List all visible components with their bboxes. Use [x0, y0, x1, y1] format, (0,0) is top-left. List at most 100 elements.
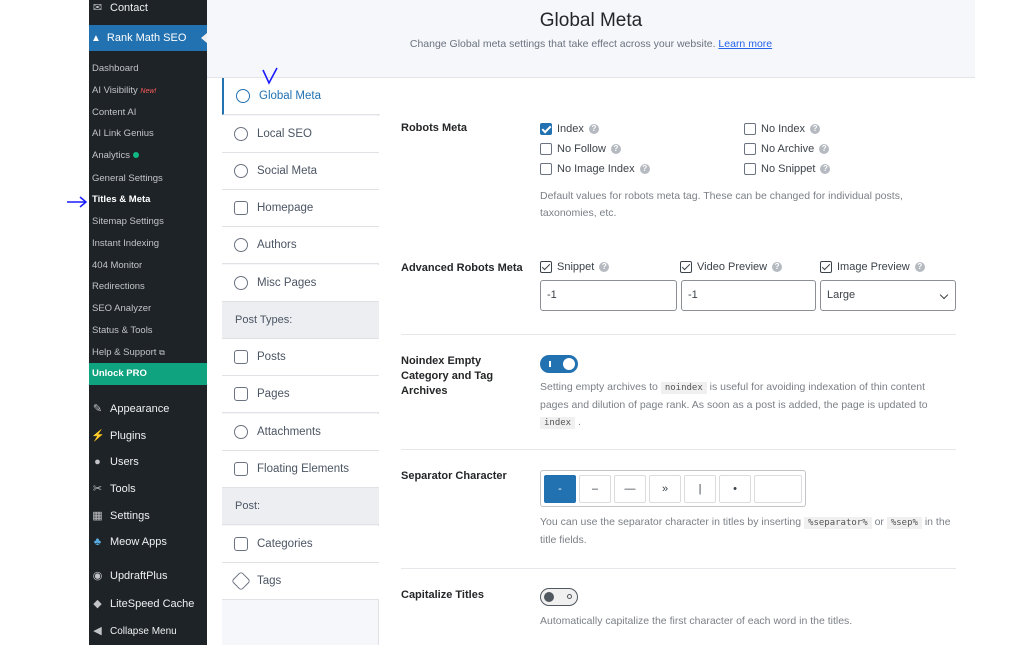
- document-icon: [234, 462, 248, 476]
- checkbox-checked[interactable]: [680, 261, 692, 273]
- snippet-checkbox[interactable]: Snippet?: [540, 261, 610, 273]
- separator-custom-input[interactable]: [754, 474, 802, 503]
- tab-tags[interactable]: Tags: [222, 563, 379, 600]
- tab-local-seo[interactable]: Local SEO: [222, 116, 379, 153]
- submenu-ai-visibility[interactable]: AI Visibility New!: [92, 85, 156, 96]
- separator-label: Separator Character: [401, 470, 507, 482]
- help-icon[interactable]: ?: [610, 144, 621, 154]
- help-icon[interactable]: ?: [772, 262, 783, 272]
- separator-options: - – — » | •: [540, 470, 806, 507]
- submenu-help-support[interactable]: Help & Support ⧉: [92, 347, 165, 358]
- robots-index-checkbox[interactable]: Index?: [540, 123, 599, 135]
- tab-misc-pages[interactable]: Misc Pages: [222, 265, 379, 302]
- robots-noindex-checkbox[interactable]: No Index?: [744, 123, 821, 135]
- separator-option-raquo[interactable]: »: [649, 474, 681, 503]
- checkbox-unchecked[interactable]: [744, 123, 756, 135]
- image-preview-select[interactable]: Large: [820, 280, 956, 311]
- checkbox-checked[interactable]: [540, 123, 552, 135]
- submenu-404-monitor[interactable]: 404 Monitor: [92, 260, 142, 271]
- snippet-input[interactable]: -1: [540, 280, 677, 311]
- divider: [401, 449, 956, 450]
- checkbox-unchecked[interactable]: [744, 163, 756, 175]
- submenu-dashboard[interactable]: Dashboard: [92, 63, 138, 74]
- tab-global-meta[interactable]: Global Meta: [222, 78, 380, 115]
- separator-option-hyphen[interactable]: -: [544, 474, 576, 503]
- tab-floating-elements[interactable]: Floating Elements: [222, 451, 379, 488]
- tab-pages[interactable]: Pages: [222, 376, 379, 413]
- submenu-content-ai[interactable]: Content AI: [92, 107, 136, 118]
- video-preview-checkbox[interactable]: Video Preview?: [680, 261, 783, 273]
- user-icon: ●: [94, 456, 101, 468]
- robots-noimageindex-checkbox[interactable]: No Image Index?: [540, 163, 650, 175]
- robots-nosnippet-checkbox[interactable]: No Snippet?: [744, 163, 831, 175]
- help-icon[interactable]: ?: [914, 262, 925, 272]
- sidebar-item-updraftplus[interactable]: ◉ UpdraftPlus: [91, 570, 168, 582]
- mail-icon: ✉: [92, 2, 103, 14]
- checkbox-unchecked[interactable]: [540, 143, 552, 155]
- submenu-analytics[interactable]: Analytics: [92, 150, 140, 161]
- submenu-instant-indexing[interactable]: Instant Indexing: [92, 238, 159, 249]
- capitalize-titles-toggle[interactable]: [540, 588, 578, 606]
- sidebar-item-meow-apps[interactable]: ♣ Meow Apps: [91, 536, 167, 548]
- checkbox-unchecked[interactable]: [540, 163, 552, 175]
- sliders-icon: ▦: [92, 510, 103, 522]
- page-title: Global Meta: [539, 10, 643, 31]
- checkbox-checked[interactable]: [820, 261, 832, 273]
- new-badge: New!: [140, 88, 157, 95]
- sidebar-item-settings[interactable]: ▦ Settings: [91, 510, 149, 522]
- unlock-pro-link[interactable]: Unlock PRO: [89, 363, 207, 385]
- submenu-redirections[interactable]: Redirections: [92, 281, 145, 292]
- separator-option-pipe[interactable]: |: [684, 474, 716, 503]
- submenu-sitemap-settings[interactable]: Sitemap Settings: [92, 216, 164, 227]
- submenu-seo-analyzer[interactable]: SEO Analyzer: [92, 303, 151, 314]
- checkbox-unchecked[interactable]: [744, 143, 756, 155]
- help-icon[interactable]: ?: [810, 124, 821, 134]
- help-icon[interactable]: ?: [599, 262, 610, 272]
- collapse-menu-button[interactable]: ◀ Collapse Menu: [91, 625, 176, 637]
- tab-attachments[interactable]: Attachments: [222, 414, 379, 451]
- separator-option-emdash[interactable]: —: [614, 474, 646, 503]
- robots-meta-label: Robots Meta: [401, 122, 467, 134]
- separator-option-bullet[interactable]: •: [719, 474, 751, 503]
- share-icon: [234, 164, 248, 178]
- image-preview-checkbox[interactable]: Image Preview?: [820, 261, 925, 273]
- learn-more-link[interactable]: Learn more: [718, 38, 772, 50]
- video-preview-input[interactable]: -1: [681, 280, 816, 311]
- submenu-status-tools[interactable]: Status & Tools: [92, 325, 153, 336]
- settings-tabs: Global Meta Local SEO Social Meta Homepa…: [222, 78, 380, 645]
- checkbox-checked[interactable]: [540, 261, 552, 273]
- tab-posts[interactable]: Posts: [222, 339, 379, 376]
- help-icon[interactable]: ?: [588, 124, 599, 134]
- submenu-general-settings[interactable]: General Settings: [92, 173, 163, 184]
- robots-noarchive-checkbox[interactable]: No Archive?: [744, 143, 830, 155]
- external-link-icon: ⧉: [159, 348, 165, 357]
- status-dot-icon: [133, 152, 140, 159]
- tab-homepage[interactable]: Homepage: [222, 190, 379, 227]
- submenu-titles-meta[interactable]: Titles & Meta: [92, 194, 150, 205]
- submenu-ai-link-genius[interactable]: AI Link Genius: [92, 128, 154, 139]
- tab-social-meta[interactable]: Social Meta: [222, 153, 379, 190]
- page-header: Global Meta Change Global meta settings …: [207, 0, 975, 78]
- separator-option-endash[interactable]: –: [579, 474, 611, 503]
- sidebar-item-users[interactable]: ● Users: [91, 456, 139, 468]
- sidebar-item-plugins[interactable]: ⚡ Plugins: [91, 430, 146, 442]
- sidebar-item-tools[interactable]: ✂ Tools: [91, 483, 136, 495]
- users-icon: [234, 238, 248, 252]
- help-icon[interactable]: ?: [639, 164, 650, 174]
- sidebar-item-appearance[interactable]: ✎ Appearance: [91, 403, 169, 415]
- tab-categories[interactable]: Categories: [222, 526, 379, 563]
- sidebar-item-rank-math[interactable]: ▲ Rank Math SEO: [89, 25, 207, 51]
- tab-authors[interactable]: Authors: [222, 227, 379, 264]
- help-icon[interactable]: ?: [819, 144, 830, 154]
- divider: [401, 568, 956, 569]
- wp-admin-sidebar: ✉ Contact ▲ Rank Math SEO Dashboard AI Vis…: [89, 0, 207, 645]
- robots-nofollow-checkbox[interactable]: No Follow?: [540, 143, 621, 155]
- sidebar-item-litespeed-cache[interactable]: ◆ LiteSpeed Cache: [91, 598, 194, 610]
- tag-icon: [231, 571, 251, 591]
- gear-icon: [236, 89, 250, 103]
- help-icon[interactable]: ?: [820, 164, 831, 174]
- updraft-icon: ◉: [92, 570, 103, 582]
- sidebar-item-contact[interactable]: ✉ Contact: [91, 2, 148, 14]
- noindex-empty-toggle[interactable]: [540, 355, 578, 373]
- capitalize-titles-description: Automatically capitalize the first chara…: [540, 615, 853, 627]
